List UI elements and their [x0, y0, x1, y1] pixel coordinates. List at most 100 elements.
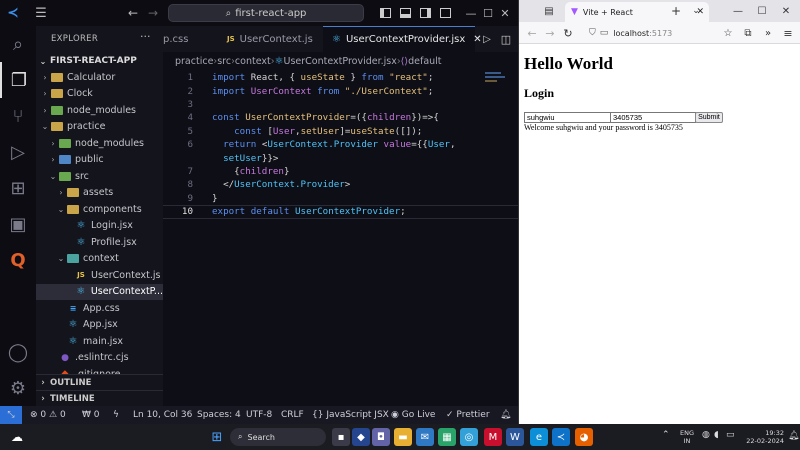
close-icon[interactable]: ✕: [779, 3, 793, 19]
browser-tab-vite-react[interactable]: ▼ Vite + React ✕: [565, 2, 709, 22]
code-token: >: [344, 179, 351, 191]
chevron-down-icon[interactable]: ⌄: [689, 3, 703, 19]
tree-item[interactable]: ● .eslintrc.cjs: [36, 350, 163, 366]
run-icon[interactable]: ▷: [479, 26, 495, 52]
outline-section[interactable]: › OUTLINE: [36, 374, 163, 390]
code-token: setUser: [300, 125, 340, 137]
breadcrumb-item[interactable]: UserContextProvider.jsx: [284, 56, 397, 67]
code-token: const: [212, 112, 246, 124]
problems-status[interactable]: ⊗ 0 ⚠ 0: [30, 406, 66, 424]
tree-item[interactable]: › Clock: [36, 86, 163, 102]
tree-item[interactable]: › public: [36, 152, 163, 168]
forward-arrow-icon[interactable]: →: [543, 25, 557, 41]
project-root[interactable]: ⌄ FIRST-REACT-APP: [36, 53, 163, 69]
extensions-icon[interactable]: ⊞: [0, 170, 36, 206]
settings-gear-icon[interactable]: ⚙: [0, 370, 36, 406]
close-icon[interactable]: ✕: [492, 0, 518, 26]
overflow-chevron-icon[interactable]: ⌃: [662, 430, 670, 440]
network-icon[interactable]: ◍: [702, 430, 710, 440]
more-tools-icon[interactable]: »: [761, 25, 775, 41]
forward-arrow-icon[interactable]: →: [140, 0, 166, 26]
file-explorer-icon[interactable]: ▬: [394, 428, 412, 446]
breadcrumb-item[interactable]: practice: [175, 56, 213, 67]
remote-explorer-icon[interactable]: ▣: [0, 206, 36, 242]
tree-item[interactable]: › node_modules: [36, 102, 163, 118]
teams-icon[interactable]: ◘: [372, 428, 390, 446]
word-icon[interactable]: W: [506, 428, 524, 446]
layout-icon[interactable]: [432, 0, 458, 26]
bookmark-star-icon[interactable]: ☆: [721, 25, 735, 41]
tree-item[interactable]: › assets: [36, 185, 163, 201]
breadcrumb-item[interactable]: src: [217, 56, 231, 67]
account-icon[interactable]: ◯: [0, 334, 36, 370]
command-center-search[interactable]: ⌕ first-react-app: [168, 4, 364, 22]
firefox-icon[interactable]: ◕: [575, 428, 593, 446]
tab-app-css[interactable]: p.css: [163, 26, 217, 52]
extensions-icon[interactable]: ⧉: [741, 25, 755, 41]
language-mode[interactable]: {} JavaScript JSX: [312, 406, 389, 424]
taskbar-search[interactable]: ⌕ Search: [230, 428, 326, 446]
go-live-button[interactable]: ◉ Go Live: [391, 406, 435, 424]
prettier-status[interactable]: ✓ Prettier: [446, 406, 490, 424]
tree-item[interactable]: ≡ App.css: [36, 300, 163, 316]
minimize-icon[interactable]: —: [731, 3, 745, 19]
back-arrow-icon[interactable]: ←: [525, 25, 539, 41]
explorer-icon[interactable]: ❐: [0, 62, 36, 98]
tab-usercontextprovider-jsx[interactable]: ⚛ UserContextProvider.jsx ✕: [323, 26, 482, 52]
cursor-position[interactable]: Ln 10, Col 36: [133, 406, 192, 424]
menu-icon[interactable]: ≡: [781, 25, 795, 41]
tree-item[interactable]: ⚛ Profile.jsx: [36, 234, 163, 250]
encoding[interactable]: UTF-8: [246, 406, 272, 424]
indentation[interactable]: Spaces: 4: [197, 406, 241, 424]
remote-icon[interactable]: ⤡: [0, 406, 22, 424]
copilot-icon[interactable]: ◆: [352, 428, 370, 446]
notification-bell-icon[interactable]: 🔔︎: [788, 431, 799, 441]
quokka-icon[interactable]: Q: [0, 242, 36, 278]
ports-status[interactable]: ₩ 0: [82, 406, 100, 424]
windows-start-icon[interactable]: ⊞: [208, 428, 226, 446]
notifications-bell-icon[interactable]: 🔔︎: [500, 406, 511, 424]
run-debug-icon[interactable]: ▷: [0, 134, 36, 170]
new-tab-icon[interactable]: +: [669, 3, 683, 19]
source-control-icon[interactable]: ⑂: [0, 98, 36, 134]
tree-item[interactable]: ⚛ App.jsx: [36, 317, 163, 333]
reload-icon[interactable]: ↻: [561, 25, 575, 41]
tree-item[interactable]: ⚛ Login.jsx: [36, 218, 163, 234]
volume-icon[interactable]: ◖: [714, 430, 719, 440]
password-input[interactable]: 3405735: [610, 112, 696, 123]
tab-usercontext-js[interactable]: JS UserContext.js: [219, 26, 323, 52]
end-of-line[interactable]: CRLF: [281, 406, 304, 424]
battery-icon[interactable]: ▭: [726, 430, 735, 440]
tree-item[interactable]: ⌄ src: [36, 168, 163, 184]
tree-item[interactable]: › node_modules: [36, 135, 163, 151]
chrome-icon[interactable]: ◎: [460, 428, 478, 446]
tree-item[interactable]: JS UserContext.js: [36, 267, 163, 283]
widgets-icon[interactable]: ▪: [332, 428, 350, 446]
weather-widget-icon[interactable]: ☁: [8, 428, 26, 446]
tree-item[interactable]: ⚛ main.jsx: [36, 333, 163, 349]
lightning-icon[interactable]: ϟ: [113, 406, 119, 424]
menu-icon[interactable]: ☰: [28, 0, 54, 26]
tab-overview-icon[interactable]: ▤: [541, 3, 557, 19]
photos-icon[interactable]: ▦: [438, 428, 456, 446]
split-editor-icon[interactable]: ◫: [497, 26, 515, 52]
edge-icon[interactable]: e: [530, 428, 548, 446]
submit-button[interactable]: Submit: [695, 112, 723, 123]
search-icon[interactable]: ⌕: [0, 26, 36, 62]
tree-item[interactable]: ⚛ UserContextP...: [36, 283, 163, 300]
more-actions-icon[interactable]: ···: [140, 30, 151, 43]
vscode-taskbar-icon[interactable]: ≺: [552, 428, 570, 446]
tree-item[interactable]: › Calculator: [36, 69, 163, 85]
tree-item[interactable]: ⌄ practice: [36, 119, 163, 135]
breadcrumb-item[interactable]: default: [408, 56, 441, 67]
mail-icon[interactable]: ✉: [416, 428, 434, 446]
tree-item[interactable]: ⌄ context: [36, 251, 163, 267]
breadcrumb-item[interactable]: context: [235, 56, 271, 67]
mcafee-icon[interactable]: M: [484, 428, 502, 446]
maximize-icon[interactable]: ☐: [755, 3, 769, 19]
timeline-section[interactable]: › TIMELINE: [36, 390, 163, 406]
language-indicator[interactable]: ENG IN: [680, 429, 694, 445]
clock[interactable]: 19:32 22-02-2024: [744, 429, 784, 445]
tree-item[interactable]: ⌄ components: [36, 201, 163, 217]
username-input[interactable]: suhgwiu: [524, 112, 611, 123]
